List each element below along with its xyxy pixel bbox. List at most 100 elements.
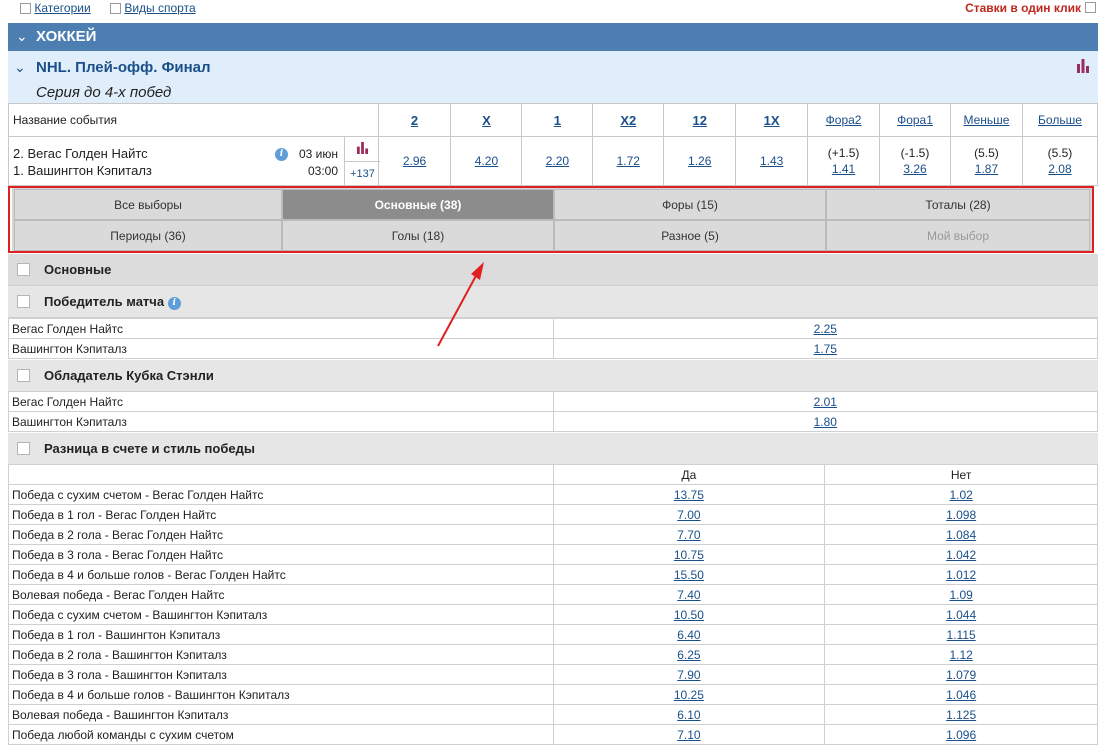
fora1-line: (-1.5) — [900, 146, 930, 160]
diff-yes-odd[interactable]: 15.50 — [674, 568, 704, 582]
diff-outcome-name: Победа в 4 и больше голов - Вашингтон Кэ… — [8, 684, 554, 705]
diff-no-odd[interactable]: 1.044 — [946, 608, 976, 622]
col-header-over[interactable]: Больше — [1038, 113, 1082, 127]
odd-x[interactable]: 4.20 — [475, 154, 498, 168]
league-title[interactable]: NHL. Плей-офф. Финал — [36, 59, 211, 76]
odd-12[interactable]: 1.26 — [688, 154, 711, 168]
odd-1[interactable]: 2.20 — [546, 154, 569, 168]
diff-yes-odd[interactable]: 7.40 — [677, 588, 700, 602]
col-header-x2[interactable]: X2 — [620, 113, 636, 128]
diff-yes-odd[interactable]: 10.75 — [674, 548, 704, 562]
one-click-checkbox[interactable] — [1085, 2, 1096, 13]
col-header-1x[interactable]: 1X — [764, 113, 780, 128]
tab-all[interactable]: Все выборы — [14, 189, 282, 220]
sports-link[interactable]: Виды спорта — [124, 1, 195, 15]
diff-yes-header: Да — [552, 464, 826, 485]
col-header-1[interactable]: 1 — [554, 113, 561, 128]
categories-link[interactable]: Категории — [34, 1, 90, 15]
chevron-down-icon[interactable]: ⌄ — [14, 59, 26, 76]
diff-no-odd[interactable]: 1.096 — [946, 728, 976, 742]
winner-odd[interactable]: 2.25 — [814, 322, 837, 336]
col-header-fora1[interactable]: Фора1 — [897, 113, 933, 127]
diff-no-odd[interactable]: 1.079 — [946, 668, 976, 682]
diff-no-odd[interactable]: 1.084 — [946, 528, 976, 542]
diff-yes-odd[interactable]: 7.00 — [677, 508, 700, 522]
over-odd[interactable]: 2.08 — [1048, 162, 1071, 176]
section-winner-header[interactable]: Победитель матча i — [8, 286, 1098, 318]
cup-odd[interactable]: 2.01 — [814, 395, 837, 409]
statistics-icon[interactable] — [1076, 59, 1090, 76]
statistics-icon[interactable] — [345, 137, 380, 161]
diff-no-odd[interactable]: 1.09 — [949, 588, 972, 602]
diff-yes-odd[interactable]: 10.50 — [674, 608, 704, 622]
odd-x2[interactable]: 1.72 — [617, 154, 640, 168]
categories-checkbox[interactable] — [20, 3, 31, 15]
diff-no-odd[interactable]: 1.046 — [946, 688, 976, 702]
cup-team-name: Вегас Голден Найтс — [8, 391, 554, 412]
diff-yes-odd[interactable]: 6.10 — [677, 708, 700, 722]
league-subtitle: Серия до 4-х побед — [36, 84, 172, 101]
cup-odd[interactable]: 1.80 — [814, 415, 837, 429]
sport-name: ХОККЕЙ — [36, 28, 97, 45]
tab-my-choice[interactable]: Мой выбор — [826, 220, 1090, 251]
section-winner-checkbox[interactable] — [17, 295, 30, 308]
diff-no-odd[interactable]: 1.125 — [946, 708, 976, 722]
info-icon[interactable]: i — [167, 297, 181, 310]
diff-yes-odd[interactable]: 10.25 — [674, 688, 704, 702]
tab-periods[interactable]: Периоды (36) — [14, 220, 282, 251]
col-header-2[interactable]: 2 — [411, 113, 418, 128]
diff-yes-odd[interactable]: 6.40 — [677, 628, 700, 642]
diff-outcome-name: Победа в 2 гола - Вашингтон Кэпиталз — [8, 644, 554, 665]
col-header-under[interactable]: Меньше — [963, 113, 1009, 127]
diff-outcome-name: Победа в 3 гола - Вашингтон Кэпиталз — [8, 664, 554, 685]
team-1-name[interactable]: 1. Вашингтон Кэпиталз — [13, 162, 152, 179]
diff-no-odd[interactable]: 1.012 — [946, 568, 976, 582]
diff-yes-odd[interactable]: 6.25 — [677, 648, 700, 662]
event-teams[interactable]: 2. Вегас Голден Найтс 1. Вашингтон Кэпит… — [13, 145, 152, 179]
fora1-odd[interactable]: 3.26 — [903, 162, 926, 176]
diff-no-odd[interactable]: 1.098 — [946, 508, 976, 522]
tab-foras[interactable]: Форы (15) — [554, 189, 826, 220]
fora2-odd[interactable]: 1.41 — [832, 162, 855, 176]
odd-1x[interactable]: 1.43 — [760, 154, 783, 168]
event-extra-cell: +137 — [344, 137, 380, 185]
section-main-header[interactable]: Основные — [8, 254, 1098, 286]
winner-odd[interactable]: 1.75 — [814, 342, 837, 356]
sports-checkbox[interactable] — [110, 3, 121, 15]
diff-no-odd[interactable]: 1.12 — [949, 648, 972, 662]
diff-outcome-name: Волевая победа - Вегас Голден Найтс — [8, 584, 554, 605]
diff-no-odd[interactable]: 1.115 — [947, 628, 976, 642]
categories-filter[interactable]: Категории — [20, 1, 91, 15]
diff-yes-odd[interactable]: 7.70 — [677, 528, 700, 542]
col-header-fora2[interactable]: Фора2 — [826, 113, 862, 127]
winner-team-name: Вашингтон Кэпиталз — [8, 338, 554, 359]
diff-yes-odd[interactable]: 7.90 — [677, 668, 700, 682]
sports-filter[interactable]: Виды спорта — [110, 1, 196, 15]
table-row: Победа с сухим счетом - Вашингтон Кэпита… — [8, 604, 1098, 625]
diff-no-odd[interactable]: 1.042 — [946, 548, 976, 562]
tab-totals[interactable]: Тоталы (28) — [826, 189, 1090, 220]
section-main-checkbox[interactable] — [17, 263, 30, 276]
tab-goals[interactable]: Голы (18) — [282, 220, 554, 251]
section-cup-title: Обладатель Кубка Стэнли — [44, 368, 214, 383]
team-2-name[interactable]: 2. Вегас Голден Найтс — [13, 145, 152, 162]
diff-yes-odd[interactable]: 13.75 — [674, 488, 704, 502]
chevron-down-icon[interactable]: ⌄ — [16, 28, 28, 45]
odd-2[interactable]: 2.96 — [403, 154, 426, 168]
section-cup-checkbox[interactable] — [17, 369, 30, 382]
more-markets-button[interactable]: +137 — [345, 161, 380, 186]
section-diff-checkbox[interactable] — [17, 442, 30, 455]
info-icon[interactable]: i — [275, 148, 288, 161]
col-header-12[interactable]: 12 — [692, 113, 706, 128]
diff-yes-odd[interactable]: 7.10 — [677, 728, 700, 742]
one-click-label: Ставки в один клик — [965, 1, 1081, 15]
section-diff-header[interactable]: Разница в счете и стиль победы — [8, 433, 1098, 465]
tab-main[interactable]: Основные (38) — [282, 189, 554, 220]
col-header-x[interactable]: X — [482, 113, 491, 128]
section-diff-title: Разница в счете и стиль победы — [44, 441, 255, 456]
under-odd[interactable]: 1.87 — [975, 162, 998, 176]
tab-misc[interactable]: Разное (5) — [554, 220, 826, 251]
section-cup-header[interactable]: Обладатель Кубка Стэнли — [8, 360, 1098, 392]
diff-no-odd[interactable]: 1.02 — [949, 488, 972, 502]
sport-header[interactable]: ⌄ ХОККЕЙ — [8, 23, 1098, 51]
